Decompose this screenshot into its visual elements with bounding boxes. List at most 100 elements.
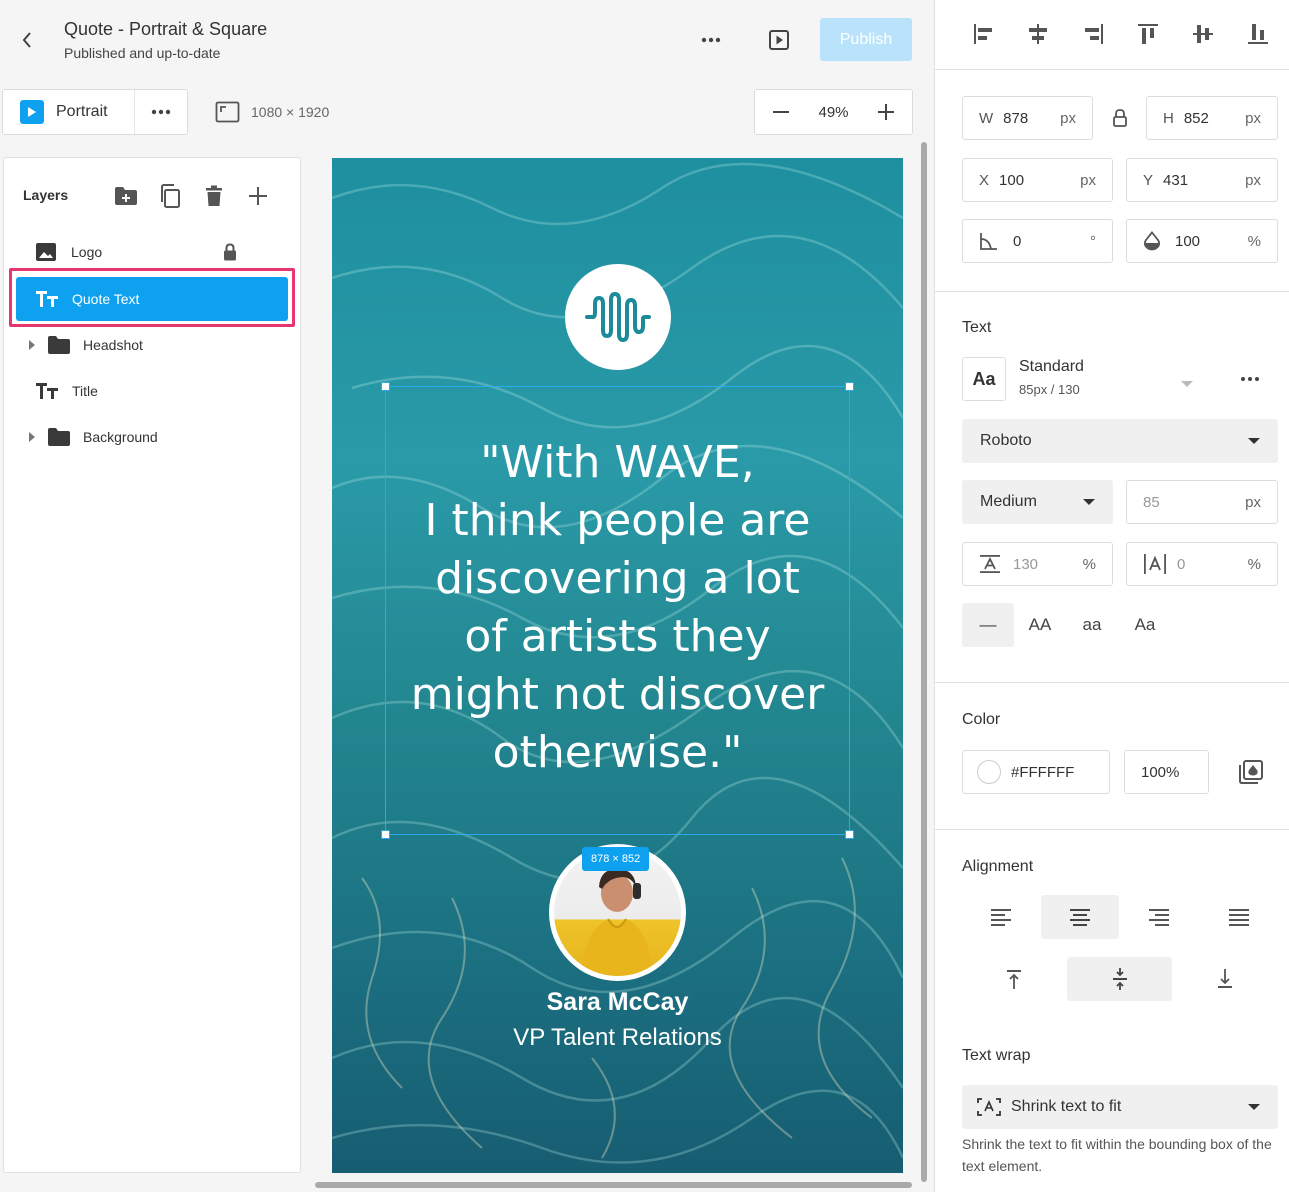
text-wrap-hint: Shrink the text to fit within the boundi… [962, 1136, 1272, 1174]
chevron-down-icon [1083, 499, 1095, 505]
vertical-align-bottom-button[interactable] [1186, 957, 1264, 1001]
caret-right-icon[interactable] [29, 340, 35, 350]
align-center-vertical-icon [1193, 25, 1213, 43]
format-more-button[interactable] [135, 90, 187, 134]
resize-handle-top-right[interactable] [845, 382, 854, 391]
layers-title: Layers [23, 187, 69, 203]
letter-spacing-field[interactable]: 0 % [1126, 542, 1278, 586]
layer-label: Title [72, 383, 98, 399]
font-family-dropdown[interactable]: Roboto [962, 419, 1278, 463]
size-badge: 878 × 852 [582, 847, 650, 871]
horizontal-scrollbar[interactable] [315, 1182, 912, 1188]
text-style-more-button[interactable] [1237, 372, 1263, 386]
text-align-justify-icon [1229, 909, 1249, 926]
person-name[interactable]: Sara McCay [332, 988, 903, 1017]
format-dropdown[interactable]: Portrait [3, 90, 135, 134]
text-section-title: Text [962, 319, 992, 336]
vertical-align-middle-button[interactable] [1067, 957, 1172, 1001]
color-hex-field[interactable]: #FFFFFF [962, 750, 1110, 794]
layer-item-title[interactable]: Title [16, 369, 292, 413]
color-opacity-field[interactable]: 100% [1124, 750, 1209, 794]
align-center-horizontal-button[interactable] [1022, 18, 1054, 50]
resize-handle-bottom-right[interactable] [845, 830, 854, 839]
align-right-button[interactable] [1077, 18, 1109, 50]
case-lowercase-button[interactable]: aa [1066, 603, 1118, 647]
layer-item-background[interactable]: Background [16, 415, 292, 459]
canvas-dimensions: 1080 × 1920 [215, 101, 329, 123]
alignment-section-title: Alignment [962, 858, 1034, 875]
wave-logo-icon [585, 292, 651, 342]
align-top-button[interactable] [1132, 18, 1164, 50]
font-weight-dropdown[interactable]: Medium [962, 480, 1113, 524]
layer-label: Background [83, 429, 158, 445]
document-status: Published and up-to-date [64, 45, 221, 61]
align-left-icon [974, 24, 992, 44]
lock-icon[interactable] [223, 243, 237, 261]
caret-right-icon[interactable] [29, 432, 35, 442]
y-position-field[interactable]: Y 431 px [1126, 158, 1278, 202]
color-library-icon [1239, 760, 1263, 784]
x-position-field[interactable]: X 100 px [962, 158, 1113, 202]
align-center-vertical-button[interactable] [1187, 18, 1219, 50]
text-wrap-value: Shrink text to fit [1011, 1098, 1122, 1115]
delete-button[interactable] [200, 182, 228, 210]
aspect-lock-button[interactable] [1112, 108, 1130, 128]
copy-icon [161, 184, 180, 208]
add-folder-button[interactable] [112, 182, 140, 210]
quote-text[interactable]: "With WAVE, I think people are discoveri… [385, 434, 850, 782]
width-field[interactable]: W 878 px [962, 96, 1093, 140]
zoom-in-button[interactable] [860, 90, 912, 134]
more-options-button[interactable] [696, 26, 726, 54]
zoom-level[interactable]: 49% [807, 104, 860, 121]
text-style-preview[interactable]: Aa [962, 357, 1006, 401]
person-role[interactable]: VP Talent Relations [332, 1024, 903, 1052]
align-right-icon [1085, 24, 1103, 44]
line-height-icon [980, 555, 1000, 573]
text-style-name[interactable]: Standard [1019, 358, 1084, 376]
rotation-value: 0 [1013, 232, 1022, 250]
font-size-field[interactable]: 85 px [1126, 480, 1278, 524]
vertical-align-middle-icon [1112, 968, 1127, 990]
more-horizontal-icon [151, 109, 171, 115]
resize-handle-top-left[interactable] [381, 382, 390, 391]
folder-icon [48, 428, 70, 446]
text-align-left-button[interactable] [962, 895, 1040, 939]
align-bottom-button[interactable] [1242, 18, 1274, 50]
resize-handle-bottom-left[interactable] [381, 830, 390, 839]
duplicate-button[interactable] [156, 182, 184, 210]
text-wrap-dropdown[interactable]: Shrink text to fit [962, 1085, 1278, 1129]
align-bottom-icon [1248, 24, 1268, 44]
align-left-button[interactable] [968, 18, 1000, 50]
design-canvas[interactable]: "With WAVE, I think people are discoveri… [332, 158, 903, 1173]
color-swatch[interactable] [977, 760, 1001, 784]
font-family-value: Roboto [980, 432, 1032, 449]
opacity-drop-icon [1143, 231, 1161, 251]
text-align-justify-button[interactable] [1200, 895, 1278, 939]
rotation-field[interactable]: 0 ° [962, 219, 1113, 263]
preview-button[interactable] [764, 26, 794, 54]
opacity-value: 100 [1175, 232, 1201, 250]
opacity-field[interactable]: 100 % [1126, 219, 1278, 263]
case-uppercase-button[interactable]: AA [1014, 603, 1066, 647]
height-field[interactable]: H 852 px [1146, 96, 1278, 140]
case-none-button[interactable]: — [962, 603, 1014, 647]
publish-button[interactable]: Publish [820, 18, 912, 61]
back-button[interactable] [14, 26, 40, 54]
zoom-out-button[interactable] [755, 90, 807, 134]
case-titlecase-button[interactable]: Aa [1119, 603, 1171, 647]
layer-item-quote-text[interactable]: Quote Text [16, 277, 288, 321]
height-value: 852 [1183, 109, 1209, 127]
align-top-icon [1138, 24, 1158, 44]
text-align-right-button[interactable] [1120, 895, 1198, 939]
text-align-center-button[interactable] [1041, 895, 1119, 939]
line-height-value: 130 [1013, 555, 1039, 573]
line-height-field[interactable]: 130 % [962, 542, 1113, 586]
width-value: 878 [1003, 109, 1029, 127]
color-library-button[interactable] [1237, 758, 1265, 786]
vertical-scrollbar[interactable] [921, 142, 927, 1182]
quote-line: otherwise." [492, 727, 743, 778]
add-layer-button[interactable] [244, 182, 272, 210]
vertical-align-top-button[interactable] [975, 957, 1053, 1001]
text-style-dropdown[interactable] [1181, 376, 1193, 387]
layer-item-headshot[interactable]: Headshot [16, 323, 292, 367]
